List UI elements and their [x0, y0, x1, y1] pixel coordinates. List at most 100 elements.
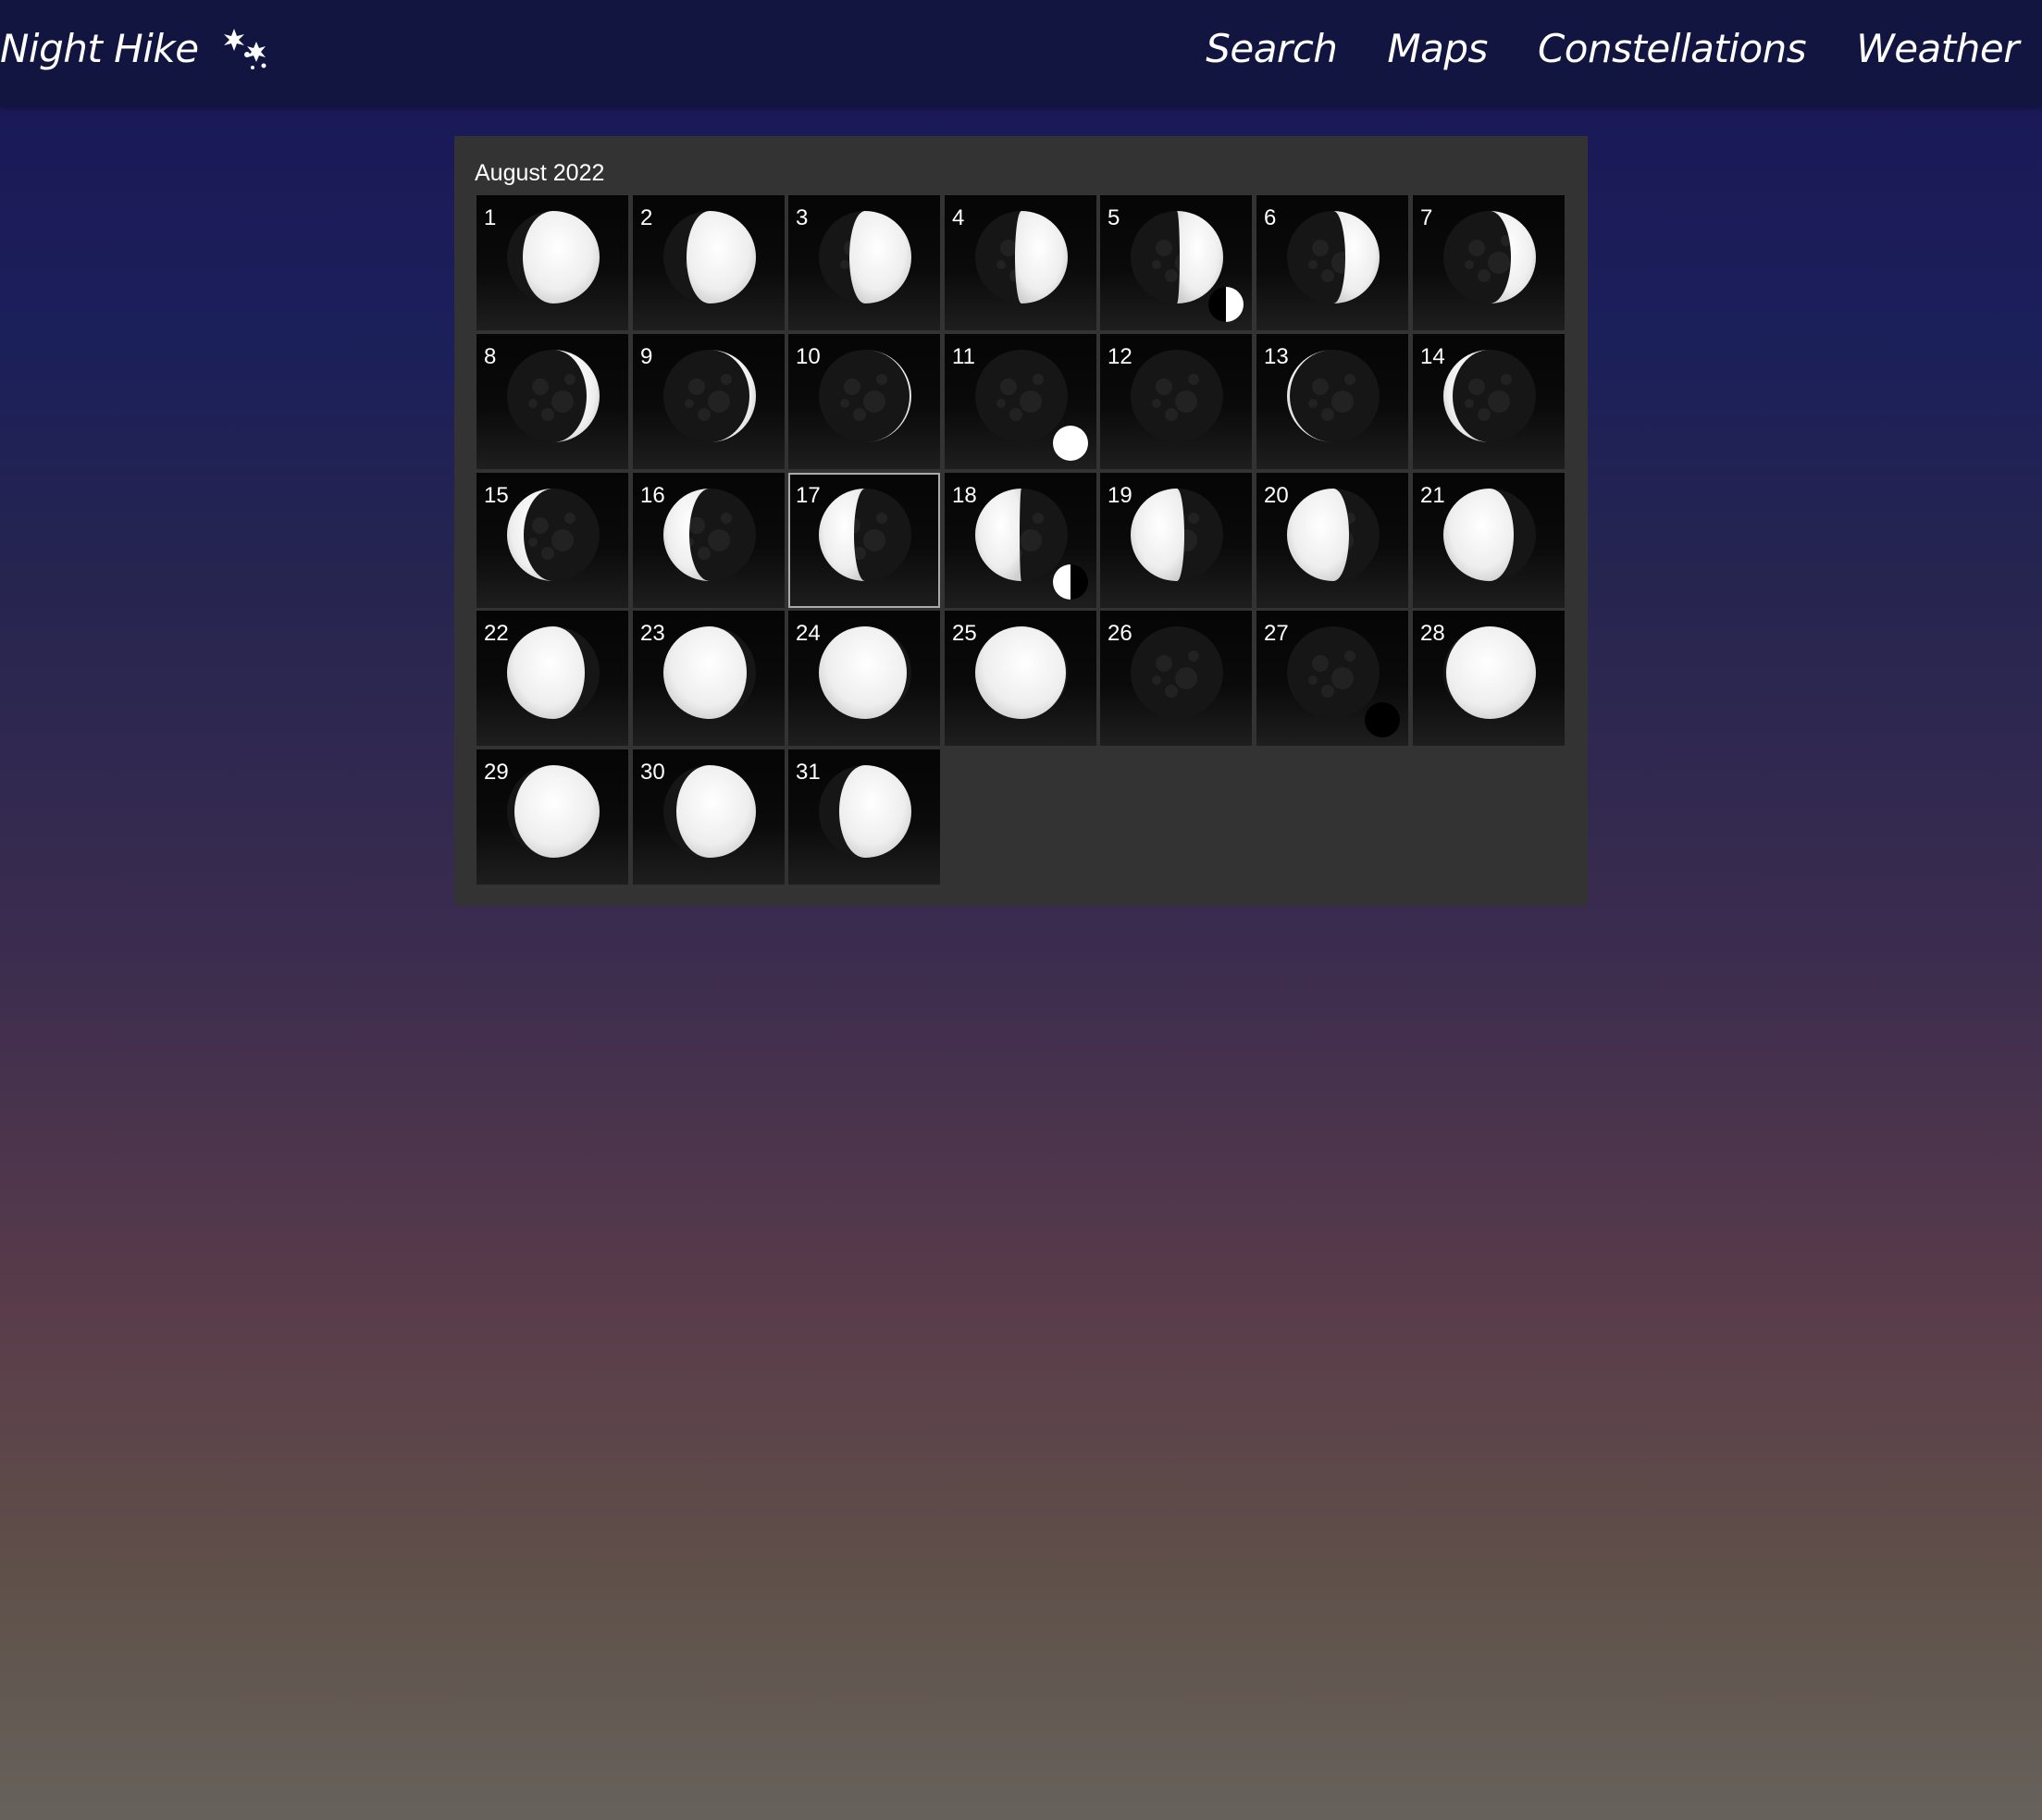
moon-phase-icon: [504, 486, 602, 584]
moon-phase-icon: [504, 624, 602, 722]
moon-phase-icon: [816, 624, 914, 722]
moon-phase-icon: [972, 208, 1071, 306]
moon-phase-icon: [972, 624, 1071, 722]
calendar-day[interactable]: 25: [945, 611, 1096, 746]
nav-link-search[interactable]: Search: [1206, 26, 1338, 71]
day-number: 18: [952, 483, 977, 508]
calendar-day[interactable]: 19: [1100, 473, 1252, 608]
nav-link-constellations[interactable]: Constellations: [1538, 26, 1807, 71]
calendar-day[interactable]: 8: [476, 334, 628, 469]
day-number: 2: [640, 205, 653, 230]
moon-phase-icon: [1284, 486, 1382, 584]
day-number: 25: [952, 621, 977, 646]
calendar-day[interactable]: 22: [476, 611, 628, 746]
calendar-day[interactable]: 10: [788, 334, 940, 469]
calendar-day[interactable]: 18: [945, 473, 1096, 608]
calendar-day[interactable]: 7: [1413, 195, 1565, 330]
moon-phase-icon: [816, 762, 914, 860]
day-number: 22: [484, 621, 509, 646]
moon-phase-icon: [1284, 347, 1382, 445]
moon-phase-icon: [1441, 208, 1539, 306]
calendar-day[interactable]: 5: [1100, 195, 1252, 330]
moon-phase-icon: [504, 208, 602, 306]
day-number: 13: [1264, 344, 1289, 369]
calendar-day[interactable]: 12: [1100, 334, 1252, 469]
moon-phase-icon: [1128, 486, 1226, 584]
day-number: 4: [952, 205, 965, 230]
day-number: 14: [1420, 344, 1445, 369]
calendar-day[interactable]: 15: [476, 473, 628, 608]
brand[interactable]: Night Hike: [0, 26, 273, 71]
calendar-day[interactable]: 1: [476, 195, 628, 330]
stars-icon: [221, 27, 273, 71]
calendar-day[interactable]: 2: [633, 195, 785, 330]
moon-phase-icon: [816, 208, 914, 306]
calendar-day[interactable]: 20: [1256, 473, 1408, 608]
calendar-day[interactable]: 27: [1256, 611, 1408, 746]
calendar-day[interactable]: 31: [788, 749, 940, 885]
moon-calendar: August 2022 1 2 3 4 5 6 7 8 9 10 11 12 13 14 15 16 17 18 1…: [454, 136, 1588, 906]
calendar-day[interactable]: 26: [1100, 611, 1252, 746]
day-number: 10: [796, 344, 821, 369]
top-navbar: Night Hike Search Maps Constellations We…: [0, 0, 2042, 106]
full-moon-badge-icon: [1052, 425, 1089, 462]
day-number: 30: [640, 760, 665, 785]
day-number: 15: [484, 483, 509, 508]
day-number: 21: [1420, 483, 1445, 508]
day-number: 26: [1108, 621, 1132, 646]
calendar-day[interactable]: 21: [1413, 473, 1565, 608]
moon-phase-icon: [816, 486, 914, 584]
moon-phase-icon: [661, 762, 759, 860]
calendar-day[interactable]: 4: [945, 195, 1096, 330]
day-number: 23: [640, 621, 665, 646]
day-number: 5: [1108, 205, 1120, 230]
moon-phase-icon: [816, 347, 914, 445]
day-number: 8: [484, 344, 497, 369]
nav-link-maps[interactable]: Maps: [1387, 26, 1488, 71]
day-number: 3: [796, 205, 809, 230]
calendar-day[interactable]: 14: [1413, 334, 1565, 469]
nav-link-weather[interactable]: Weather: [1856, 26, 2019, 71]
day-number: 24: [796, 621, 821, 646]
calendar-day[interactable]: 17: [788, 473, 940, 608]
moon-phase-icon: [1441, 347, 1539, 445]
day-number: 9: [640, 344, 653, 369]
day-number: 11: [952, 344, 975, 369]
day-number: 12: [1108, 344, 1132, 369]
day-number: 7: [1420, 205, 1433, 230]
moon-phase-icon: [661, 486, 759, 584]
day-number: 27: [1264, 621, 1289, 646]
calendar-day[interactable]: 29: [476, 749, 628, 885]
moon-phase-icon: [1128, 347, 1226, 445]
day-number: 31: [796, 760, 821, 785]
calendar-day[interactable]: 13: [1256, 334, 1408, 469]
calendar-day[interactable]: 9: [633, 334, 785, 469]
day-number: 29: [484, 760, 509, 785]
calendar-day[interactable]: 11: [945, 334, 1096, 469]
calendar-day[interactable]: 16: [633, 473, 785, 608]
day-number: 1: [484, 205, 497, 230]
calendar-day[interactable]: 30: [633, 749, 785, 885]
calendar-day[interactable]: 23: [633, 611, 785, 746]
moon-phase-icon: [661, 347, 759, 445]
nav-links: Search Maps Constellations Weather: [1206, 26, 2019, 71]
moon-phase-icon: [1284, 208, 1382, 306]
moon-phase-icon: [504, 347, 602, 445]
moon-phase-icon: [1441, 486, 1539, 584]
calendar-month-title: August 2022: [475, 160, 605, 186]
moon-phase-icon: [661, 624, 759, 722]
day-number: 20: [1264, 483, 1289, 508]
day-number: 19: [1108, 483, 1132, 508]
calendar-day[interactable]: 6: [1256, 195, 1408, 330]
moon-phase-icon: [1128, 624, 1226, 722]
moon-phase-icon: [504, 762, 602, 860]
calendar-day[interactable]: 24: [788, 611, 940, 746]
first-quarter-badge-icon: [1207, 286, 1244, 323]
day-number: 16: [640, 483, 665, 508]
calendar-day[interactable]: 28: [1413, 611, 1565, 746]
moon-phase-icon: [1441, 624, 1539, 722]
last-quarter-badge-icon: [1052, 563, 1089, 600]
day-number: 6: [1264, 205, 1277, 230]
day-number: 28: [1420, 621, 1445, 646]
calendar-day[interactable]: 3: [788, 195, 940, 330]
